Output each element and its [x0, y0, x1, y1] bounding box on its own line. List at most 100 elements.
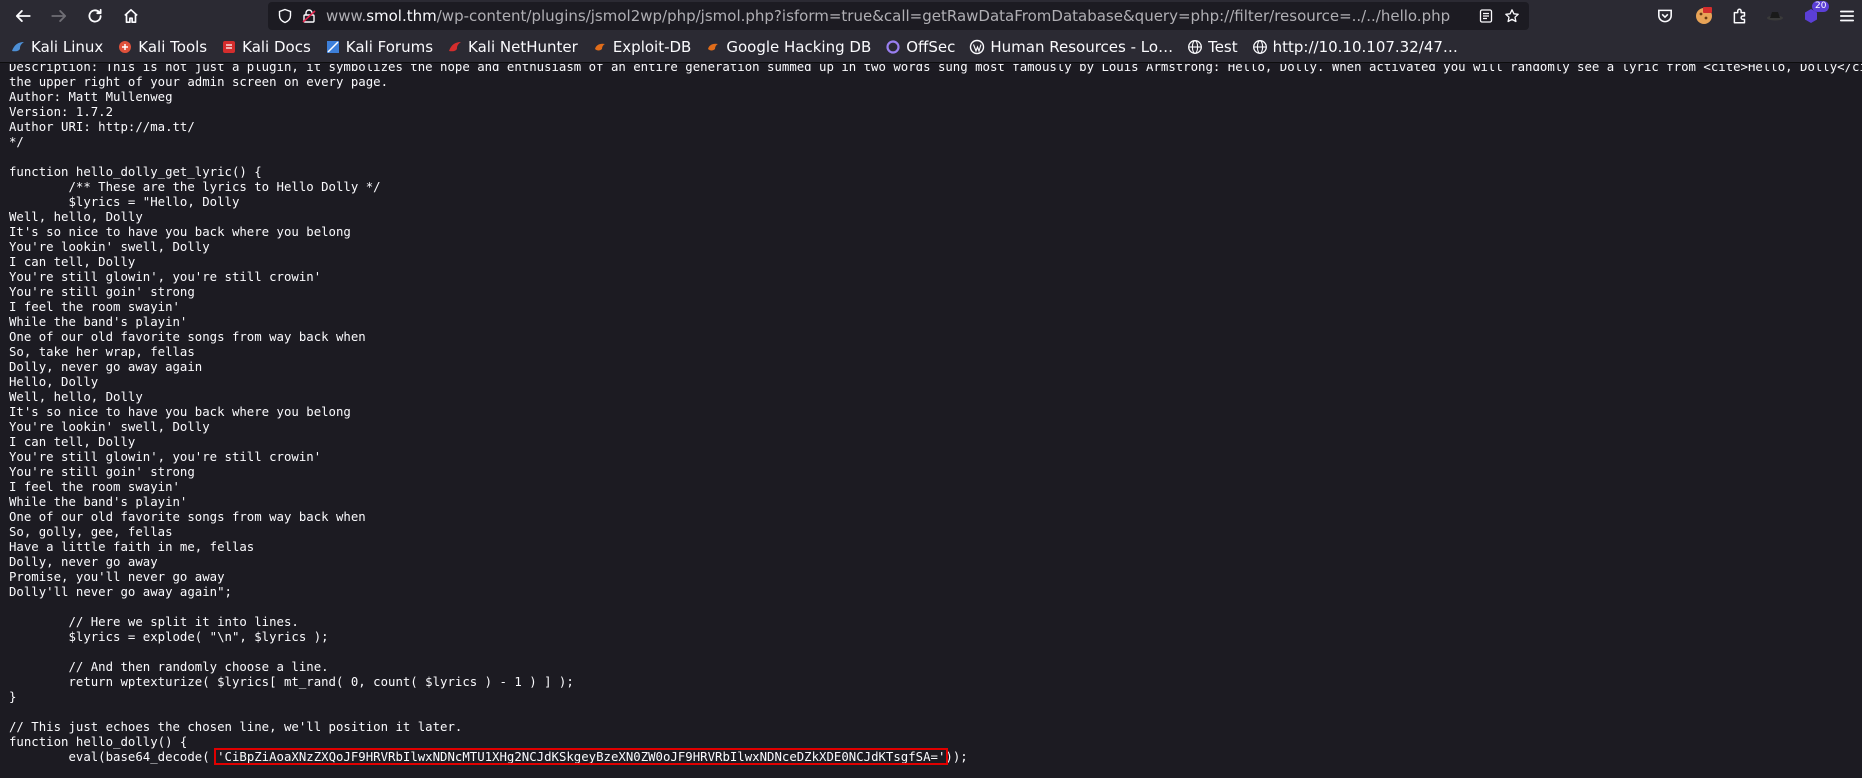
code-line: I can tell, Dolly	[9, 435, 136, 449]
bookmark-label: Kali Linux	[31, 38, 104, 56]
forward-button[interactable]	[44, 1, 74, 31]
bookmark-item[interactable]: Human Resources - Lo…	[969, 38, 1173, 56]
extensions-button[interactable]	[1725, 0, 1755, 32]
bookmark-label: Kali Forums	[345, 38, 434, 56]
bookmark-star-button[interactable]	[1499, 3, 1525, 29]
code-line: Dolly'll never go away again";	[9, 585, 232, 599]
bookmark-label: OffSec	[906, 38, 956, 56]
bookmark-item[interactable]: Kali NetHunter	[447, 38, 578, 56]
code-line: // This just echoes the chosen line, we'…	[9, 720, 463, 734]
extension-button-2[interactable]	[1760, 0, 1790, 32]
pocket-button[interactable]	[1650, 0, 1680, 32]
bookmark-item[interactable]: OffSec	[885, 38, 955, 56]
bookmark-label: Human Resources - Lo…	[990, 38, 1174, 56]
code-line: the upper right of your admin screen on …	[9, 75, 389, 89]
offsec-icon	[885, 39, 901, 55]
code-line: Dolly, never go away again	[9, 360, 203, 374]
code-line: Well, hello, Dolly	[9, 390, 143, 404]
arrow-right-icon	[51, 10, 67, 22]
code-line: I can tell, Dolly	[9, 255, 136, 269]
code-line: Author URI: http://ma.tt/	[9, 120, 195, 134]
code-line: While the band's playin'	[9, 315, 188, 329]
code-line: // Here we split it into lines.	[9, 615, 299, 629]
bookmark-item[interactable]: http://10.10.107.32/47…	[1252, 38, 1458, 56]
pocket-icon	[1658, 9, 1672, 23]
globe-icon	[1252, 39, 1268, 55]
code-line: return wptexturize( $lyrics[ mt_rand( 0,…	[9, 675, 574, 689]
code-line: Dolly, never go away	[9, 555, 158, 569]
back-button[interactable]	[8, 1, 38, 31]
code-line: $lyrics = "Hello, Dolly	[9, 195, 240, 209]
bookmark-item[interactable]: Test	[1187, 38, 1238, 56]
code-line: One of our old favorite songs from way b…	[9, 510, 366, 524]
ghdb-icon	[705, 39, 721, 55]
nethunter-icon	[447, 39, 463, 55]
code-line: // And then randomly choose a line.	[9, 660, 329, 674]
bookmark-item[interactable]: Kali Linux	[10, 38, 103, 56]
reader-view-button[interactable]	[1473, 3, 1499, 29]
bookmark-item[interactable]: Kali Tools	[117, 38, 207, 56]
bookmark-item[interactable]: Google Hacking DB	[705, 38, 871, 56]
browser-toolbar: www.smol.thm/wp-content/plugins/jsmol2wp…	[0, 0, 1862, 32]
code-line: Hello, Dolly	[9, 375, 99, 389]
extension-button-3[interactable]: 20	[1796, 0, 1830, 32]
code-line: Promise, you'll never go away	[9, 570, 225, 584]
code-line: It's so nice to have you back where you …	[9, 405, 351, 419]
kali-docs-icon	[221, 39, 237, 55]
bookmarks-toolbar: Kali Linux Kali Tools Kali Docs Kali Forums…	[0, 32, 1862, 63]
hamburger-menu-icon	[1839, 10, 1855, 22]
bookmark-label: Exploit-DB	[612, 38, 692, 56]
code-line: Version: 1.7.2	[9, 105, 114, 119]
url-text[interactable]: www.smol.thm/wp-content/plugins/jsmol2wp…	[326, 7, 1473, 25]
bookmark-item[interactable]: Kali Docs	[221, 38, 311, 56]
eval-prefix: eval(base64_decode(	[9, 750, 218, 764]
puzzle-icon	[1733, 8, 1746, 24]
bookmark-item[interactable]: Exploit-DB	[592, 38, 692, 56]
bookmark-label: http://10.10.107.32/47…	[1272, 38, 1458, 56]
php-source-text: Description: This is not just a plugin, …	[9, 64, 1862, 765]
code-line: You're still goin' strong	[9, 285, 195, 299]
star-icon	[1505, 9, 1519, 23]
spy-hat-icon	[1767, 12, 1783, 21]
url-path: /wp-content/plugins/jsmol2wp/php/jsmol.p…	[436, 7, 1451, 25]
bookmark-label: Google Hacking DB	[726, 38, 872, 56]
reload-button[interactable]	[80, 1, 110, 31]
address-bar[interactable]: www.smol.thm/wp-content/plugins/jsmol2wp…	[268, 2, 1529, 30]
code-line: Have a little faith in me, fellas	[9, 540, 255, 554]
app-menu-button[interactable]	[1832, 0, 1862, 32]
eval-suffix: ));	[945, 750, 968, 764]
code-line: So, take her wrap, fellas	[9, 345, 195, 359]
payload-highlight-box	[214, 748, 949, 765]
home-button[interactable]	[116, 1, 146, 31]
code-line: */	[9, 135, 24, 149]
code-line: While the band's playin'	[9, 495, 188, 509]
insecure-lock-icon[interactable]	[298, 5, 320, 27]
code-line: $lyrics = explode( "\n", $lyrics );	[9, 630, 329, 644]
code-line: I feel the room swayin'	[9, 300, 180, 314]
kali-dragon-icon	[10, 39, 26, 55]
code-line: So, golly, gee, fellas	[9, 525, 173, 539]
code-line: }	[9, 690, 17, 704]
code-line: You're still glowin', you're still crowi…	[9, 270, 322, 284]
kali-forums-icon	[325, 39, 341, 55]
wordpress-icon	[969, 39, 985, 55]
globe-icon	[1187, 39, 1203, 55]
code-line: You're lookin' swell, Dolly	[9, 240, 210, 254]
kali-tools-icon	[117, 39, 133, 55]
code-line: You're still goin' strong	[9, 465, 195, 479]
reader-view-icon	[1479, 9, 1493, 23]
code-line: function hello_dolly_get_lyric() {	[9, 165, 262, 179]
cookie-extension-icon	[1696, 7, 1712, 24]
bookmark-item[interactable]: Kali Forums	[325, 38, 433, 56]
extension-button-1[interactable]	[1689, 0, 1719, 32]
code-line: You're still glowin', you're still crowi…	[9, 450, 322, 464]
shield-icon[interactable]	[274, 5, 296, 27]
code-line: It's so nice to have you back where you …	[9, 225, 351, 239]
bookmark-label: Kali Docs	[242, 38, 311, 56]
code-line: You're lookin' swell, Dolly	[9, 420, 210, 434]
code-line: One of our old favorite songs from way b…	[9, 330, 366, 344]
